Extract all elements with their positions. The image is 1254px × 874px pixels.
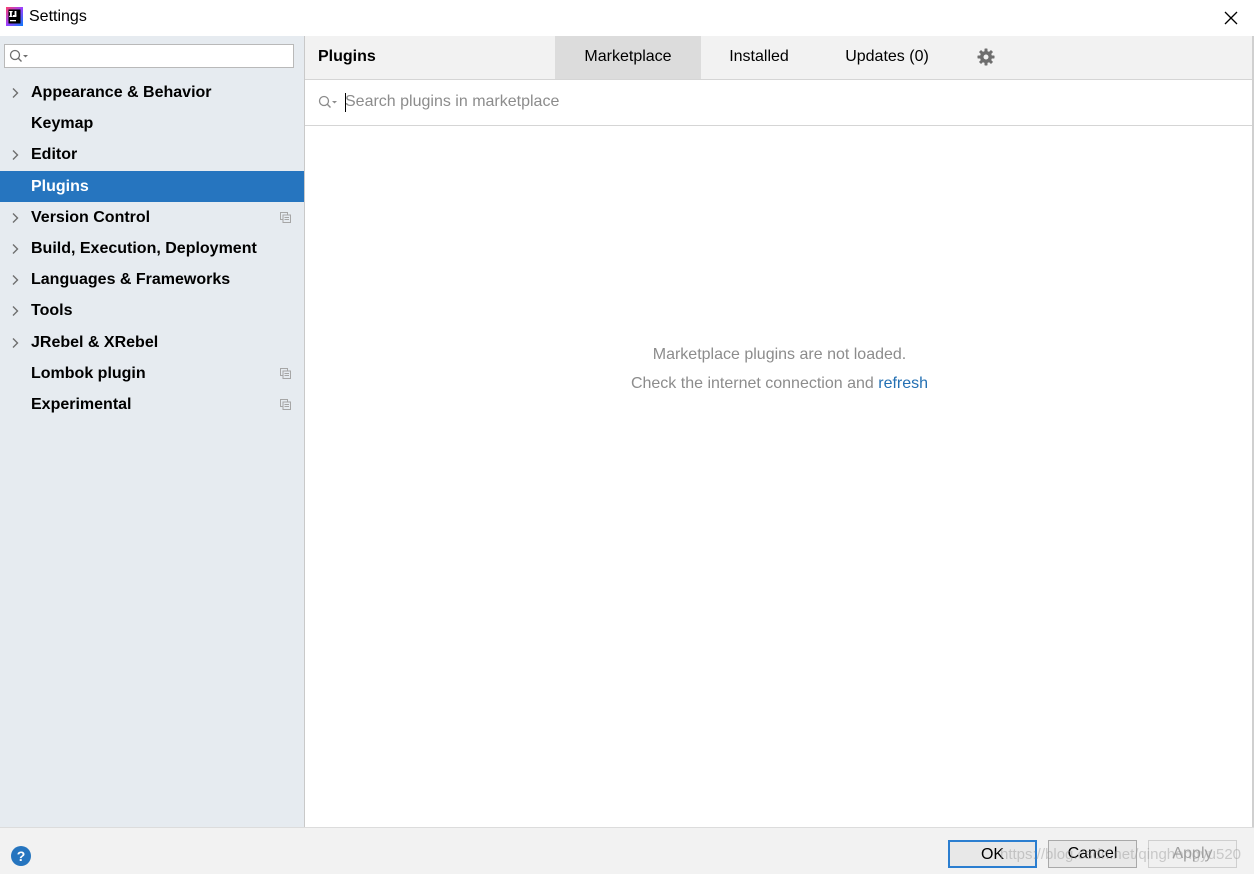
close-button[interactable] [1208,0,1254,36]
empty-state-hint-text: Check the internet connection and [630,375,879,392]
chevron-right-icon[interactable] [10,305,20,317]
sidebar-item-keymap[interactable]: Keymap [0,108,304,139]
tab-installed[interactable]: Installed [701,36,817,79]
settings-tree: Appearance & Behavior Keymap Editor Plug… [0,77,304,420]
intellij-idea-icon [6,7,23,26]
sidebar-item-label: Version Control [31,208,151,226]
chevron-right-icon[interactable] [10,87,20,99]
empty-state-message: Marketplace plugins are not loaded. [652,346,907,363]
tab-updates[interactable]: Updates (0) [817,36,957,79]
refresh-link[interactable]: refresh [878,375,928,392]
chevron-right-icon[interactable] [10,243,20,255]
page-title: Plugins [318,48,376,65]
sidebar-item-label: Plugins [31,177,89,195]
sidebar-item-label: Editor [31,146,78,164]
chevron-right-icon[interactable] [10,212,20,224]
sidebar-item-tools[interactable]: Tools [0,295,304,326]
sidebar-search-input[interactable] [4,44,294,68]
search-icon[interactable] [318,95,340,109]
window-title: Settings [29,8,87,25]
project-settings-icon [280,211,291,223]
text-caret [345,93,346,112]
sidebar-item-appearance-behavior[interactable]: Appearance & Behavior [0,77,304,108]
sidebar-item-version-control[interactable]: Version Control [0,202,304,233]
sidebar-item-jrebel-xrebel[interactable]: JRebel & XRebel [0,327,304,358]
dialog-footer: ? OK Cancel Apply https://blog.csdn.net/… [0,827,1254,874]
sidebar-item-label: JRebel & XRebel [31,333,159,351]
sidebar-item-label: Build, Execution, Deployment [31,239,257,257]
sidebar-item-lombok-plugin[interactable]: Lombok plugin [0,358,304,389]
chevron-right-icon[interactable] [10,337,20,349]
close-icon [1224,11,1238,25]
project-settings-icon [280,367,291,379]
ok-button[interactable]: OK [948,840,1037,868]
plugin-search-bar [305,80,1254,126]
sidebar-item-editor[interactable]: Editor [0,139,304,170]
sidebar-item-experimental[interactable]: Experimental [0,389,304,420]
empty-state-hint: Check the internet connection and refres… [305,375,1254,393]
plugins-panel: Plugins Marketplace Installed Updates (0… [305,36,1254,827]
gear-icon[interactable] [977,48,995,66]
sidebar-item-label: Languages & Frameworks [31,271,231,289]
sidebar-item-label: Appearance & Behavior [31,84,212,101]
tab-marketplace[interactable]: Marketplace [555,36,701,79]
sidebar-item-build-execution-deployment[interactable]: Build, Execution, Deployment [0,233,304,264]
title-bar: Settings [0,0,1254,36]
apply-button[interactable]: Apply [1148,840,1237,868]
help-icon[interactable]: ? [11,846,31,866]
search-icon [9,49,28,62]
settings-sidebar: Appearance & Behavior Keymap Editor Plug… [0,36,305,827]
sidebar-item-label: Tools [31,302,73,320]
plugin-search-input[interactable] [345,89,1225,115]
cancel-button[interactable]: Cancel [1048,840,1137,868]
sidebar-item-label: Lombok plugin [31,364,146,382]
chevron-right-icon[interactable] [10,274,20,286]
sidebar-item-plugins[interactable]: Plugins [0,170,304,202]
sidebar-item-languages-frameworks[interactable]: Languages & Frameworks [0,264,304,295]
plugins-header: Plugins Marketplace Installed Updates (0… [305,36,1254,80]
project-settings-icon [280,398,291,410]
sidebar-item-label: Keymap [31,115,94,133]
chevron-right-icon[interactable] [10,149,20,161]
sidebar-item-label: Experimental [31,395,132,413]
